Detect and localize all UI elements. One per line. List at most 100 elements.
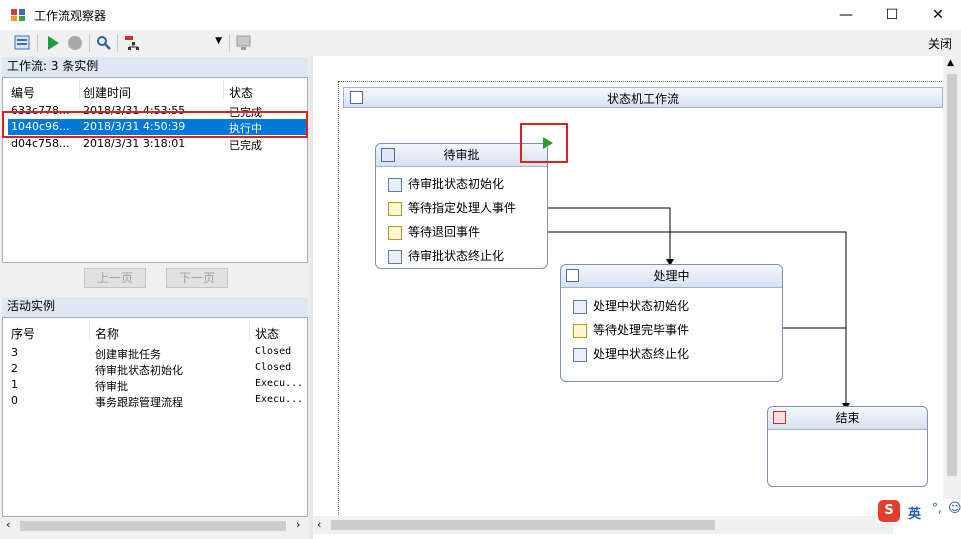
workflow-list: 编号 创建时间 状态 633c778... 2018/3/31 4:53:55 … [2,77,308,263]
connector-assign [536,207,671,261]
column-divider [223,81,224,99]
minimize-button[interactable]: — [823,0,869,30]
table-row[interactable]: 3 创建审批任务 Closed [3,346,307,361]
table-row[interactable]: d04c758... 2018/3/31 3:18:01 已完成 [3,137,307,152]
row-status: 已完成 [229,139,262,152]
highlight-box [520,123,568,163]
state-header: 处理中 [561,265,782,288]
state-icon [566,269,579,282]
activity-label: 待审批状态初始化 [408,177,505,191]
table-row[interactable]: 1 待审批 Execu... [3,378,307,393]
view-dropdown[interactable]: ▼ [148,36,224,50]
table-row[interactable]: 0 事务跟踪管理流程 Execu... [3,394,307,409]
column-header-status[interactable]: 状态 [255,325,279,342]
row-no: 1 [11,378,18,391]
state-icon [381,148,395,162]
end-state-icon [773,411,786,424]
ime-punct-toggle[interactable]: °, [932,501,942,515]
column-header-status[interactable]: 状态 [229,84,253,101]
monitor-icon[interactable] [235,34,253,52]
activity-label: 等待处理完毕事件 [593,323,690,337]
activity-init[interactable]: 处理中状态初始化 [573,297,689,314]
activity-event[interactable]: 等待指定处理人事件 [388,199,516,216]
state-init-icon [573,299,587,314]
state-init-icon [388,177,402,192]
next-page-button[interactable]: 下一页 [166,268,228,288]
activity-finalize[interactable]: 处理中状态终止化 [573,345,689,362]
row-status: Closed [255,346,292,357]
designer-vscrollbar[interactable]: ▲ [943,56,961,516]
close-button[interactable]: 关闭 [928,35,952,52]
ime-emoji-icon[interactable]: ☺ [948,501,961,516]
row-name: 事务跟踪管理流程 [95,396,183,409]
activity-init[interactable]: 待审批状态初始化 [388,175,504,192]
activity-label: 等待指定处理人事件 [408,201,517,215]
scroll-left-icon[interactable]: ‹ [6,518,10,531]
row-status: Closed [255,362,292,373]
activity-event[interactable]: 等待退回事件 [388,223,480,240]
state-header: 结束 [768,407,927,430]
prev-page-button[interactable]: 上一页 [84,268,146,288]
row-name: 创建审批任务 [95,348,161,361]
column-divider [89,321,90,341]
row-no: 3 [11,346,18,359]
activity-finalize[interactable]: 待审批状态终止化 [388,247,504,264]
scroll-thumb[interactable] [947,74,957,476]
toolbar: ▼ 关闭 [0,30,961,56]
workflow-designer: 状态机工作流 待审批 待审批状态初始化 等待指定处理人事件 等待退回事件 待审批… [313,56,961,539]
activity-label: 等待退回事件 [408,225,481,239]
activity-label: 处理中状态终止化 [593,347,690,361]
app-icon [11,9,25,21]
stop-icon[interactable] [66,34,84,52]
designer-hscrollbar[interactable]: ‹ [313,516,893,534]
event-driven-icon [388,225,402,240]
row-status: Execu... [255,378,304,389]
highlight-box [2,111,308,138]
activity-list: 序号 名称 状态 3 创建审批任务 Closed 2 待审批状态初始化 Clos… [2,317,308,517]
maximize-button[interactable]: ☐ [869,0,915,30]
toolbar-separator [117,34,118,52]
row-time: 2018/3/31 3:18:01 [83,137,186,150]
row-no: 2 [11,362,18,375]
column-divider [249,321,250,341]
sogou-logo-icon: S [878,500,900,522]
refresh-list-icon[interactable] [14,34,32,52]
state-title: 处理中 [653,269,690,283]
toolbar-separator [229,34,230,52]
state-finalize-icon [388,249,402,264]
ime-toolbar[interactable]: S 英 °, ☺ [876,499,961,523]
column-header-no[interactable]: 序号 [11,325,35,342]
table-row[interactable]: 2 待审批状态初始化 Closed [3,362,307,377]
close-window-button[interactable]: ✕ [915,0,961,30]
toolbar-separator [89,34,90,52]
state-end[interactable]: 结束 [767,406,928,487]
play-icon[interactable] [44,34,62,52]
row-name: 待审批 [95,380,128,393]
toolbar-separator [37,34,38,52]
row-no: 0 [11,394,18,407]
event-driven-icon [573,323,587,338]
column-header-id[interactable]: 编号 [11,84,35,101]
activity-event[interactable]: 等待处理完毕事件 [573,321,689,338]
scroll-thumb[interactable] [331,520,715,530]
column-header-name[interactable]: 名称 [95,325,119,342]
state-processing[interactable]: 处理中 处理中状态初始化 等待处理完毕事件 处理中状态终止化 [560,264,783,382]
column-divider [79,81,80,99]
row-status: Execu... [255,394,304,405]
scroll-right-icon[interactable]: › [296,518,300,531]
scroll-up-icon[interactable]: ▲ [947,58,954,68]
state-title: 结束 [835,411,860,425]
state-finalize-icon [573,347,587,362]
state-title: 待审批 [443,148,480,162]
search-icon[interactable] [95,34,113,52]
tree-view-icon[interactable] [124,34,142,52]
scroll-thumb[interactable] [20,521,286,531]
activity-hscrollbar[interactable]: ‹ › [2,517,308,534]
column-header-time[interactable]: 创建时间 [83,84,131,101]
activity-label: 待审批状态终止化 [408,249,505,263]
event-driven-icon [388,201,402,216]
ime-language-toggle[interactable]: 英 [908,503,921,522]
title-bar: 工作流观察器 — ☐ ✕ [0,0,961,30]
row-name: 待审批状态初始化 [95,364,183,377]
scroll-left-icon[interactable]: ‹ [317,518,321,531]
